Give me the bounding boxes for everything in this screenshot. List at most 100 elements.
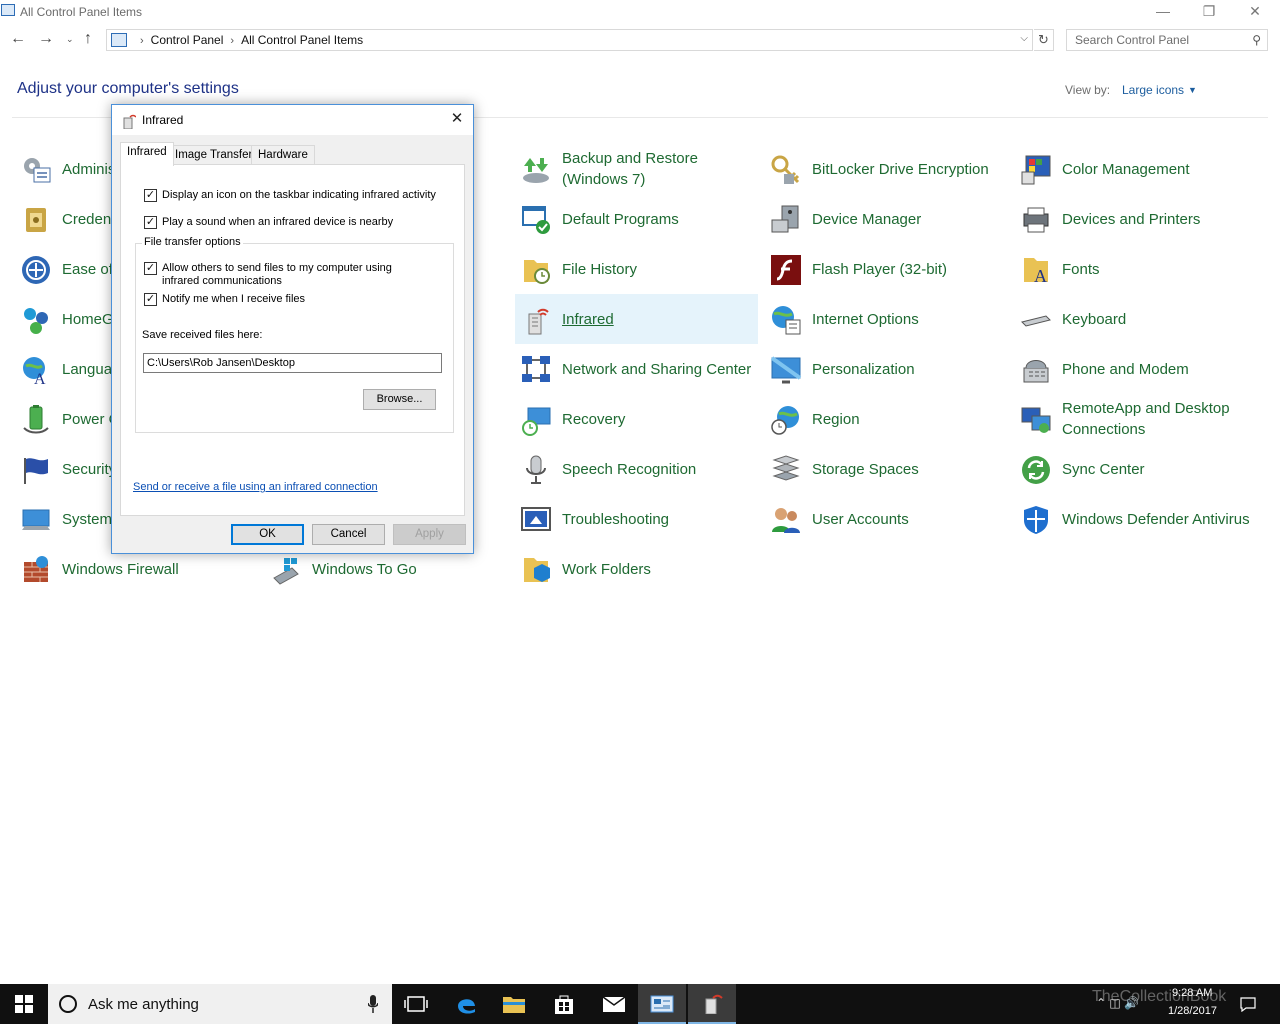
shield-icon (1024, 506, 1048, 534)
bitlocker-icon (771, 155, 800, 184)
cp-item-color-management[interactable]: Color Management (1015, 144, 1255, 194)
cp-item-label: Storage Spaces (812, 460, 919, 478)
default-programs-icon (522, 206, 550, 234)
cp-item-internet-options[interactable]: Internet Options (765, 294, 1005, 344)
clock-date[interactable]: 1/28/2017 (1168, 1005, 1217, 1017)
window-title: All Control Panel Items (20, 5, 143, 19)
cp-item-remoteapp[interactable]: RemoteApp and Desktop Connections (1015, 394, 1255, 444)
cp-item-troubleshooting[interactable]: Troubleshooting (515, 494, 755, 544)
troubleshooting-icon (521, 507, 551, 531)
control-panel-icon (650, 995, 674, 1013)
forward-button[interactable]: → (38, 30, 56, 50)
network-icon (522, 356, 550, 382)
edge-icon (458, 999, 475, 1014)
remoteapp-icon (1021, 407, 1051, 433)
tab-infrared[interactable]: Infrared (120, 142, 174, 166)
cp-item-windows-defender[interactable]: Windows Defender Antivirus (1015, 494, 1255, 544)
cp-item-backup-restore[interactable]: Backup and Restore (Windows 7) (515, 144, 755, 194)
minimize-button[interactable]: — (1140, 0, 1186, 24)
cp-item-label: Network and Sharing Center (562, 360, 752, 378)
storage-spaces-icon (772, 455, 800, 481)
save-location-label: Save received files here: (142, 329, 263, 341)
taskbar-control-panel[interactable] (638, 984, 686, 1024)
cp-item-network-sharing[interactable]: Network and Sharing Center (515, 344, 755, 394)
tab-image-transfer[interactable]: Image Transfer (168, 145, 260, 165)
close-button[interactable]: ✕ (1232, 0, 1278, 24)
taskbar-infrared[interactable] (688, 984, 736, 1024)
dialog-titlebar[interactable]: Infrared ✕ (112, 105, 473, 135)
printer-icon (1023, 207, 1049, 233)
recent-locations-button[interactable]: ⌄ (66, 34, 74, 45)
system-tray-icons[interactable]: ⌃ ◫ 🔊 (1096, 996, 1139, 1010)
power-options-icon (23, 405, 49, 434)
cp-item-keyboard[interactable]: Keyboard (1015, 294, 1255, 344)
taskbar-edge[interactable] (442, 984, 490, 1024)
search-input[interactable] (1067, 30, 1243, 50)
address-bar[interactable]: › Control Panel › All Control Panel Items ⌵ (106, 29, 1033, 51)
taskbar-file-explorer[interactable] (490, 984, 538, 1024)
cortana-search-box[interactable]: Ask me anything (48, 984, 392, 1024)
windows-logo-icon (15, 995, 33, 1013)
cp-item-phone-modem[interactable]: Phone and Modem (1015, 344, 1255, 394)
back-button[interactable]: ← (10, 30, 28, 50)
task-view-icon (404, 996, 428, 1012)
cp-item-speech-recognition[interactable]: Speech Recognition (515, 444, 755, 494)
task-view-button[interactable] (392, 984, 440, 1024)
file-history-icon (524, 260, 550, 284)
ease-of-access-icon (22, 256, 50, 284)
view-by-dropdown[interactable]: Large icons (1122, 83, 1184, 97)
microphone-icon (526, 455, 546, 484)
cp-item-personalization[interactable]: Personalization (765, 344, 1005, 394)
notification-icon[interactable] (1240, 996, 1256, 1012)
cp-item-file-history[interactable]: File History (515, 244, 755, 294)
cp-item-work-folders[interactable]: Work Folders (515, 544, 755, 594)
microphone-icon[interactable] (368, 995, 378, 1013)
up-button[interactable]: ↑ (84, 30, 92, 48)
infrared-icon (123, 114, 136, 129)
cp-item-label: Work Folders (562, 560, 651, 578)
search-box[interactable]: ⚲ (1066, 29, 1268, 51)
breadcrumb-control-panel[interactable]: Control Panel (151, 33, 224, 47)
cp-item-region[interactable]: Region (765, 394, 1005, 444)
page-title: Adjust your computer's settings (17, 80, 239, 97)
cp-item-recovery[interactable]: Recovery (515, 394, 755, 444)
cp-item-flash-player[interactable]: Flash Player (32-bit) (765, 244, 1005, 294)
cancel-button[interactable]: Cancel (312, 524, 385, 545)
taskbar-mail[interactable] (590, 984, 638, 1024)
cp-item-label: Devices and Printers (1062, 210, 1201, 228)
tab-hardware[interactable]: Hardware (251, 145, 315, 165)
browse-button[interactable]: Browse... (363, 389, 436, 410)
send-receive-link[interactable]: Send or receive a file using an infrared… (133, 481, 378, 493)
cp-item-label: Region (812, 410, 860, 428)
search-icon[interactable]: ⚲ (1252, 33, 1261, 47)
save-path-field[interactable] (143, 353, 442, 373)
taskbar-store[interactable] (540, 984, 588, 1024)
ok-button[interactable]: OK (231, 524, 304, 545)
chevron-down-icon[interactable]: ⌵ (1020, 33, 1028, 44)
caret-down-icon[interactable]: ▼ (1188, 85, 1197, 95)
work-folders-icon (524, 558, 550, 582)
backup-restore-icon (523, 158, 549, 183)
cp-item-devices-printers[interactable]: Devices and Printers (1015, 194, 1255, 244)
cp-item-storage-spaces[interactable]: Storage Spaces (765, 444, 1005, 494)
restore-button[interactable]: ❐ (1186, 0, 1232, 24)
cp-item-bitlocker[interactable]: BitLocker Drive Encryption (765, 144, 1005, 194)
cp-item-label: Backup and Restore (Windows 7) (562, 150, 698, 188)
clock-time[interactable]: 9:28 AM (1172, 987, 1212, 999)
breadcrumb-all-items[interactable]: All Control Panel Items (241, 33, 363, 47)
recovery-icon (522, 407, 551, 436)
cp-item-infrared[interactable]: Infrared (515, 294, 758, 344)
start-button[interactable] (0, 984, 48, 1024)
cp-item-default-programs[interactable]: Default Programs (515, 194, 755, 244)
dialog-close-button[interactable]: ✕ (447, 110, 467, 130)
cp-item-label: RemoteApp and Desktop Connections (1062, 400, 1230, 438)
cp-item-label: Color Management (1062, 160, 1190, 178)
cp-item-sync-center[interactable]: Sync Center (1015, 444, 1255, 494)
folder-icon (503, 997, 525, 1013)
store-icon (555, 995, 573, 1014)
apply-button[interactable]: Apply (393, 524, 466, 545)
cp-item-fonts[interactable]: A Fonts (1015, 244, 1255, 294)
cp-item-device-manager[interactable]: Device Manager (765, 194, 1005, 244)
refresh-button[interactable]: ↻ (1034, 29, 1054, 51)
cp-item-user-accounts[interactable]: User Accounts (765, 494, 1005, 544)
